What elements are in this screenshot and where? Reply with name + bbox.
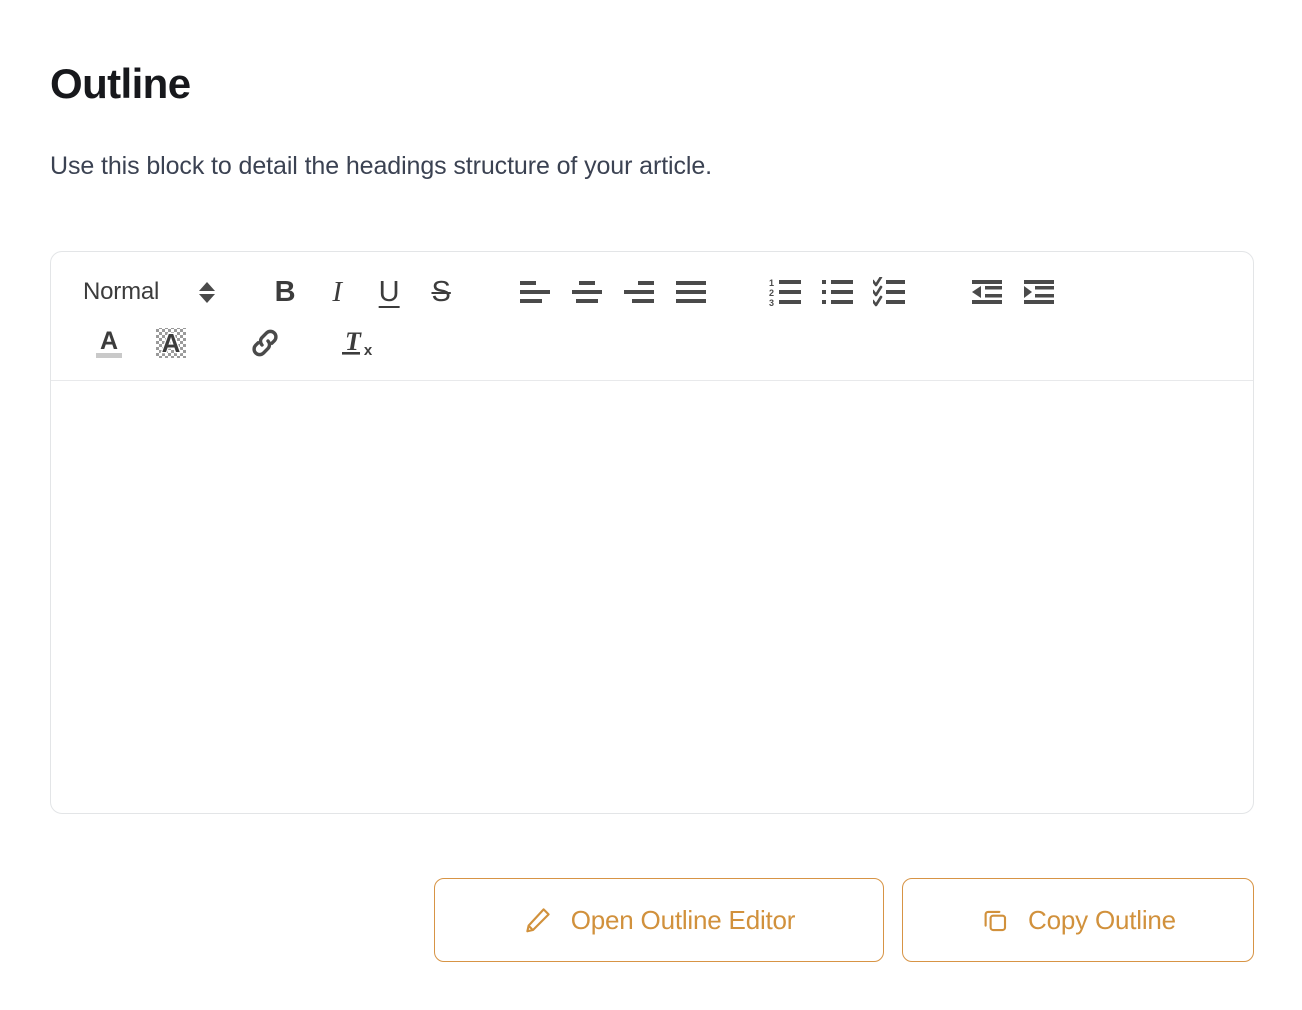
toolbar-row-2: A A T x — [69, 318, 1235, 368]
page-subtitle: Use this block to detail the headings st… — [50, 152, 712, 180]
page-title: Outline — [50, 60, 191, 107]
heading-style-value: Normal — [83, 278, 160, 305]
svg-text:2: 2 — [769, 288, 774, 298]
toolbar-row-1: Normal B I U S 1 2 3 — [69, 266, 1235, 318]
editor-content-area[interactable] — [51, 381, 1253, 781]
indent-group — [961, 268, 1065, 316]
svg-text:T: T — [345, 327, 362, 356]
text-color-button[interactable]: A — [83, 319, 135, 367]
bullet-list-button[interactable] — [813, 268, 865, 316]
align-right-button[interactable] — [613, 268, 665, 316]
indent-icon — [1024, 280, 1055, 304]
svg-text:A: A — [100, 327, 118, 355]
select-arrows-icon — [199, 281, 216, 303]
italic-button[interactable]: I — [311, 268, 363, 316]
align-center-icon — [572, 281, 603, 303]
copy-outline-button[interactable]: Copy Outline — [902, 878, 1254, 962]
ordered-list-icon: 1 2 3 — [769, 278, 802, 307]
italic-icon: I — [332, 275, 342, 308]
check-list-icon — [873, 277, 906, 307]
alignment-group — [509, 268, 717, 316]
align-justify-icon — [676, 281, 707, 303]
text-format-group: B I U S — [259, 268, 467, 316]
align-right-icon — [624, 281, 655, 303]
open-outline-editor-label: Open Outline Editor — [570, 904, 796, 935]
rich-text-editor: Normal B I U S 1 2 3 A A T x — [50, 251, 1254, 814]
heading-style-select[interactable]: Normal — [69, 273, 221, 311]
highlight-color-button[interactable]: A — [145, 319, 197, 367]
align-center-button[interactable] — [561, 268, 613, 316]
align-left-button[interactable] — [509, 268, 561, 316]
clear-formatting-icon: T x — [342, 327, 373, 359]
svg-text:A: A — [162, 328, 181, 358]
align-justify-button[interactable] — [665, 268, 717, 316]
underline-button[interactable]: U — [363, 268, 415, 316]
clear-formatting-button[interactable]: T x — [333, 319, 385, 367]
svg-text:1: 1 — [769, 278, 774, 288]
highlight-color-icon: A — [156, 327, 186, 359]
action-bar: Open Outline Editor Copy Outline — [50, 878, 1254, 962]
svg-text:3: 3 — [769, 298, 774, 307]
underline-icon: U — [378, 275, 400, 308]
bullet-list-icon — [822, 280, 854, 304]
ordered-list-button[interactable]: 1 2 3 — [761, 268, 813, 316]
insert-link-button[interactable] — [239, 319, 291, 367]
list-group: 1 2 3 — [761, 268, 917, 316]
text-color-icon: A — [96, 327, 122, 358]
outdent-icon — [972, 280, 1003, 304]
align-left-icon — [520, 281, 551, 303]
editor-toolbar: Normal B I U S 1 2 3 A A T x — [51, 252, 1253, 381]
check-list-button[interactable] — [865, 268, 917, 316]
outdent-button[interactable] — [961, 268, 1013, 316]
copy-icon — [980, 905, 1010, 935]
open-outline-editor-button[interactable]: Open Outline Editor — [434, 878, 884, 962]
copy-outline-label: Copy Outline — [1028, 904, 1176, 935]
svg-text:x: x — [364, 342, 373, 359]
pencil-icon — [523, 905, 553, 935]
link-icon — [252, 329, 278, 357]
bold-icon: B — [274, 275, 296, 308]
strikethrough-button[interactable]: S — [415, 268, 467, 316]
indent-button[interactable] — [1013, 268, 1065, 316]
bold-button[interactable]: B — [259, 268, 311, 316]
outline-block-page: Outline Use this block to detail the hea… — [0, 0, 1302, 1010]
strikethrough-icon: S — [431, 275, 451, 308]
